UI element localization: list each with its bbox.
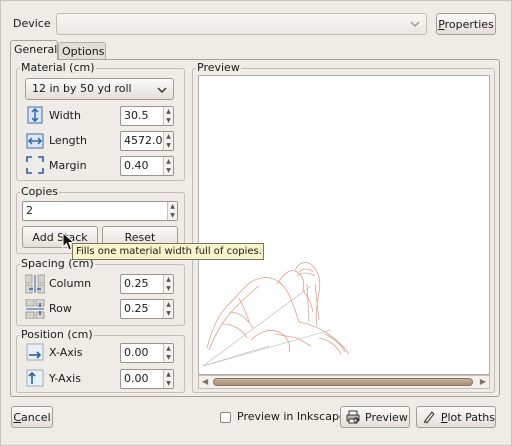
properties-button-label: Properties: [438, 17, 494, 31]
chevron-down-icon: [410, 21, 420, 27]
tab-options[interactable]: Options: [58, 42, 106, 60]
y-axis-spinbox[interactable]: 0.00 ▲ ▼: [120, 369, 174, 389]
preview-scrollbar-thumb[interactable]: [213, 378, 473, 386]
reset-label: Reset: [124, 230, 156, 244]
x-axis-label: X-Axis: [49, 346, 83, 359]
scroll-right-arrow-icon[interactable]: ▶: [480, 376, 486, 388]
copies-spinbox[interactable]: 2 ▲ ▼: [22, 201, 178, 221]
column-value: 0.25: [124, 277, 149, 290]
y-axis-icon: [26, 369, 44, 387]
row-spacing-icon: [25, 299, 45, 319]
y-axis-label: Y-Axis: [49, 372, 81, 385]
width-stepper[interactable]: ▲ ▼: [163, 107, 173, 125]
preview-group-title: Preview: [196, 61, 241, 75]
plot-paths-label: Plot Paths: [440, 410, 495, 424]
roll-size-value: 12 in by 50 yd roll: [32, 82, 132, 95]
row-spinbox[interactable]: 0.25 ▲ ▼: [120, 299, 174, 319]
walrus-preview-image: [202, 262, 350, 367]
length-stepper[interactable]: ▲ ▼: [163, 132, 173, 150]
x-axis-stepper[interactable]: ▲ ▼: [163, 344, 173, 362]
pen-plot-icon: [423, 411, 435, 424]
column-label: Column: [49, 277, 92, 290]
tab-general-label: General: [14, 43, 58, 56]
tab-general[interactable]: General: [10, 40, 58, 60]
preview-canvas[interactable]: [198, 75, 490, 375]
x-axis-spinbox[interactable]: 0.00 ▲ ▼: [120, 343, 174, 363]
chevron-down-icon: [157, 87, 167, 94]
column-spacing-icon: [25, 274, 45, 294]
margin-label: Margin: [49, 159, 87, 172]
position-group-title: Position (cm): [20, 328, 94, 342]
width-arrows-icon: [27, 106, 43, 124]
margin-value: 0.40: [124, 159, 149, 172]
device-combo[interactable]: [56, 13, 427, 35]
margin-corners-icon: [26, 156, 44, 174]
length-arrows-icon: [26, 133, 44, 149]
column-stepper[interactable]: ▲ ▼: [163, 275, 173, 293]
length-label: Length: [49, 134, 87, 147]
plot-paths-button[interactable]: Plot Paths: [416, 406, 496, 428]
column-spinbox[interactable]: 0.25 ▲ ▼: [120, 274, 174, 294]
properties-button[interactable]: Properties: [436, 13, 496, 35]
y-axis-value: 0.00: [124, 372, 149, 385]
device-label: Device: [13, 17, 51, 30]
material-group-title: Material (cm): [20, 61, 96, 75]
scroll-left-arrow-icon[interactable]: ◀: [202, 376, 208, 388]
preview-button[interactable]: Preview: [340, 406, 410, 428]
preview-in-inkscape-checkbox[interactable]: [220, 412, 231, 423]
mouse-pointer-icon: [62, 232, 76, 251]
preview-in-inkscape-label[interactable]: Preview in Inkscape: [237, 410, 346, 424]
cancel-label: Cancel: [13, 410, 51, 424]
plot-dialog-window: Device Properties General Options Materi…: [0, 0, 512, 446]
margin-stepper[interactable]: ▲ ▼: [163, 157, 173, 175]
tab-options-label: Options: [62, 45, 105, 58]
margin-spinbox[interactable]: 0.40 ▲ ▼: [120, 156, 174, 176]
copies-group-title: Copies: [20, 185, 59, 199]
width-spinbox[interactable]: 30.5 ▲ ▼: [120, 106, 174, 126]
y-axis-stepper[interactable]: ▲ ▼: [163, 370, 173, 388]
add-stack-label: Add Stack: [32, 230, 88, 244]
add-stack-tooltip: Fills one material width full of copies.: [72, 243, 264, 260]
width-value: 30.5: [124, 109, 149, 122]
width-label: Width: [49, 109, 81, 122]
x-axis-value: 0.00: [124, 346, 149, 359]
row-value: 0.25: [124, 302, 149, 315]
preview-horizontal-scrollbar[interactable]: ◀ ▶: [198, 375, 490, 389]
row-stepper[interactable]: ▲ ▼: [163, 300, 173, 318]
x-axis-icon: [26, 343, 44, 361]
tooltip-text: Fills one material width full of copies.: [76, 246, 262, 257]
cancel-button[interactable]: Cancel: [11, 406, 53, 428]
row-label: Row: [49, 302, 72, 315]
preview-button-label: Preview: [365, 410, 408, 424]
copies-value: 2: [26, 204, 33, 217]
length-value: 4572.0: [124, 134, 163, 147]
length-spinbox[interactable]: 4572.0 ▲ ▼: [120, 131, 174, 151]
printer-preview-icon: [346, 410, 360, 424]
roll-size-select[interactable]: 12 in by 50 yd roll: [25, 78, 174, 100]
copies-stepper[interactable]: ▲ ▼: [167, 202, 177, 220]
